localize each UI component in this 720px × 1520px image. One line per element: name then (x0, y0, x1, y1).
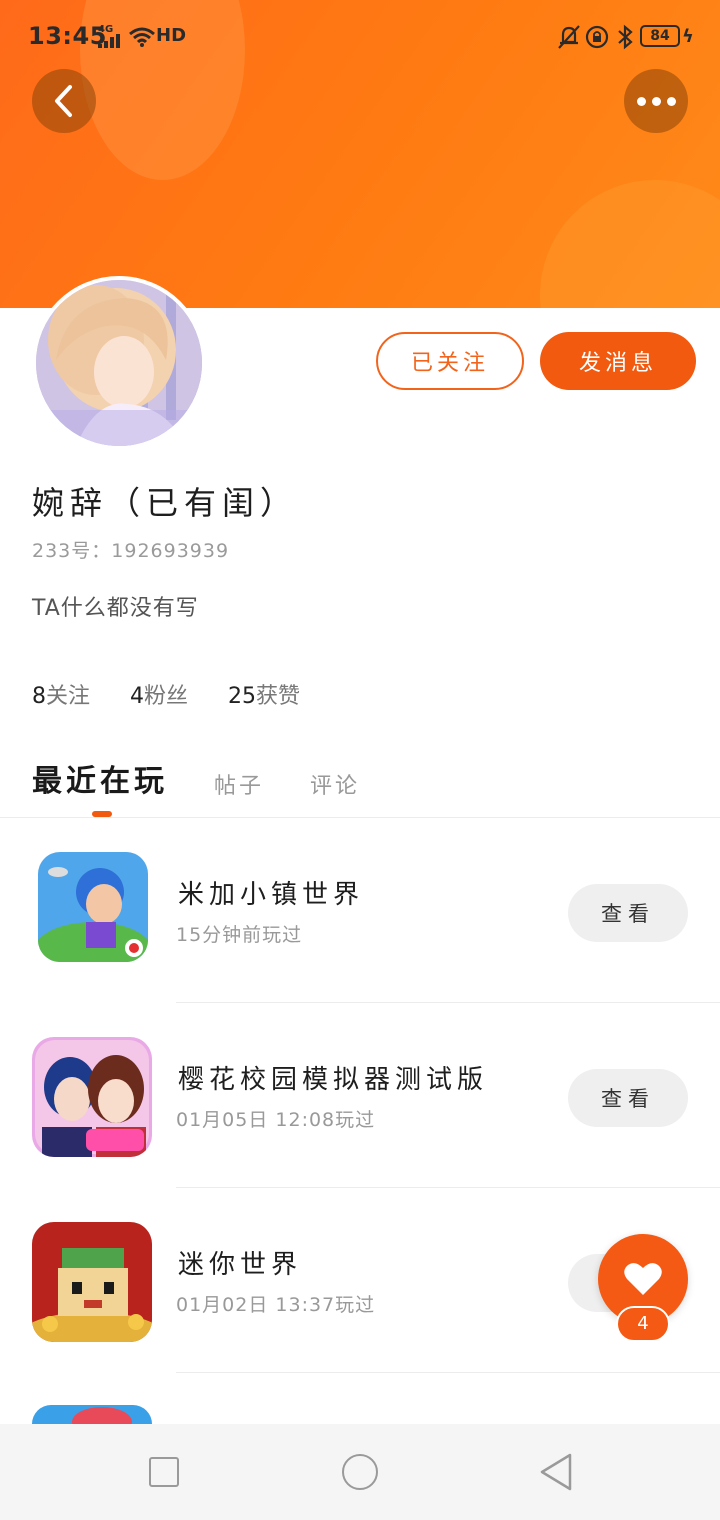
profile-bio: TA什么都没有写 (32, 596, 199, 621)
back-button[interactable] (32, 69, 96, 133)
view-game-button[interactable]: 查看 (568, 884, 688, 942)
game-icon-miga-town (38, 852, 148, 962)
divider (176, 1372, 720, 1373)
avatar-image (36, 280, 202, 446)
back-triangle-icon[interactable] (538, 1452, 574, 1492)
banner-decoration (540, 180, 720, 308)
game-icon-partial (32, 1405, 152, 1424)
send-message-button[interactable]: 发消息 (540, 332, 696, 390)
stat-label: 关注 (46, 684, 91, 709)
game-list-item[interactable]: 樱花校园模拟器测试版 01月05日 12:08玩过 查看 (0, 1003, 720, 1188)
chevron-left-icon (55, 85, 72, 117)
stat-label: 获赞 (256, 684, 301, 709)
profile-tabs: 最近在玩 帖子 评论 (32, 750, 406, 800)
tab-posts[interactable]: 帖子 (214, 768, 264, 800)
mute-bell-icon (558, 25, 580, 49)
more-dots-icon (636, 96, 676, 106)
game-last-played: 15分钟前玩过 (176, 924, 303, 946)
wifi-icon (129, 27, 155, 47)
game-last-played: 01月05日 12:08玩过 (176, 1109, 376, 1131)
heart-icon (624, 1263, 662, 1295)
tab-recently-played[interactable]: 最近在玩 (32, 756, 168, 800)
system-nav-bar (0, 1424, 720, 1520)
bluetooth-icon (618, 24, 633, 50)
game-name: 迷你世界 (178, 1250, 303, 1280)
view-game-button[interactable]: 查看 (568, 1069, 688, 1127)
profile-uid: 233号：192693939 (32, 540, 230, 562)
game-icon-sakura-school (32, 1037, 152, 1157)
game-icon-mini-world (32, 1222, 152, 1342)
rotation-lock-icon (585, 25, 609, 49)
stat-number: 4 (130, 684, 145, 709)
stat-number: 25 (228, 684, 257, 709)
home-button[interactable] (342, 1454, 378, 1490)
stat-followers[interactable]: 4粉丝 (130, 678, 188, 710)
status-bar: 13:45 4G HD 84 ϟ (0, 0, 720, 72)
game-last-played: 01月02日 13:37玩过 (176, 1294, 376, 1316)
game-name: 米加小镇世界 (178, 880, 365, 910)
recent-apps-button[interactable] (149, 1457, 179, 1487)
profile-stats: 8关注 4粉丝 25获赞 (32, 678, 300, 710)
stat-label: 粉丝 (144, 684, 189, 709)
stat-likes[interactable]: 25获赞 (228, 678, 300, 710)
charging-icon: ϟ (682, 26, 694, 47)
more-options-button[interactable] (624, 69, 688, 133)
battery-indicator: 84 (640, 25, 680, 47)
game-name: 樱花校园模拟器测试版 (178, 1065, 489, 1095)
profile-screen: 13:45 4G HD 84 ϟ 已关注 发消息 婉辞（已有闺） 233号：19… (0, 0, 720, 1520)
game-list-item[interactable]: 米加小镇世界 15分钟前玩过 查看 (0, 818, 720, 1003)
stat-number: 8 (32, 684, 46, 709)
followed-button[interactable]: 已关注 (376, 332, 524, 390)
hd-indicator: HD (156, 25, 187, 46)
tab-comments[interactable]: 评论 (310, 768, 360, 800)
status-time: 13:45 (28, 22, 107, 50)
avatar[interactable] (32, 276, 206, 450)
profile-name: 婉辞（已有闺） (32, 484, 299, 522)
like-count-badge: 4 (616, 1306, 670, 1342)
stat-following[interactable]: 8关注 (32, 678, 90, 710)
signal-icon (98, 34, 120, 48)
